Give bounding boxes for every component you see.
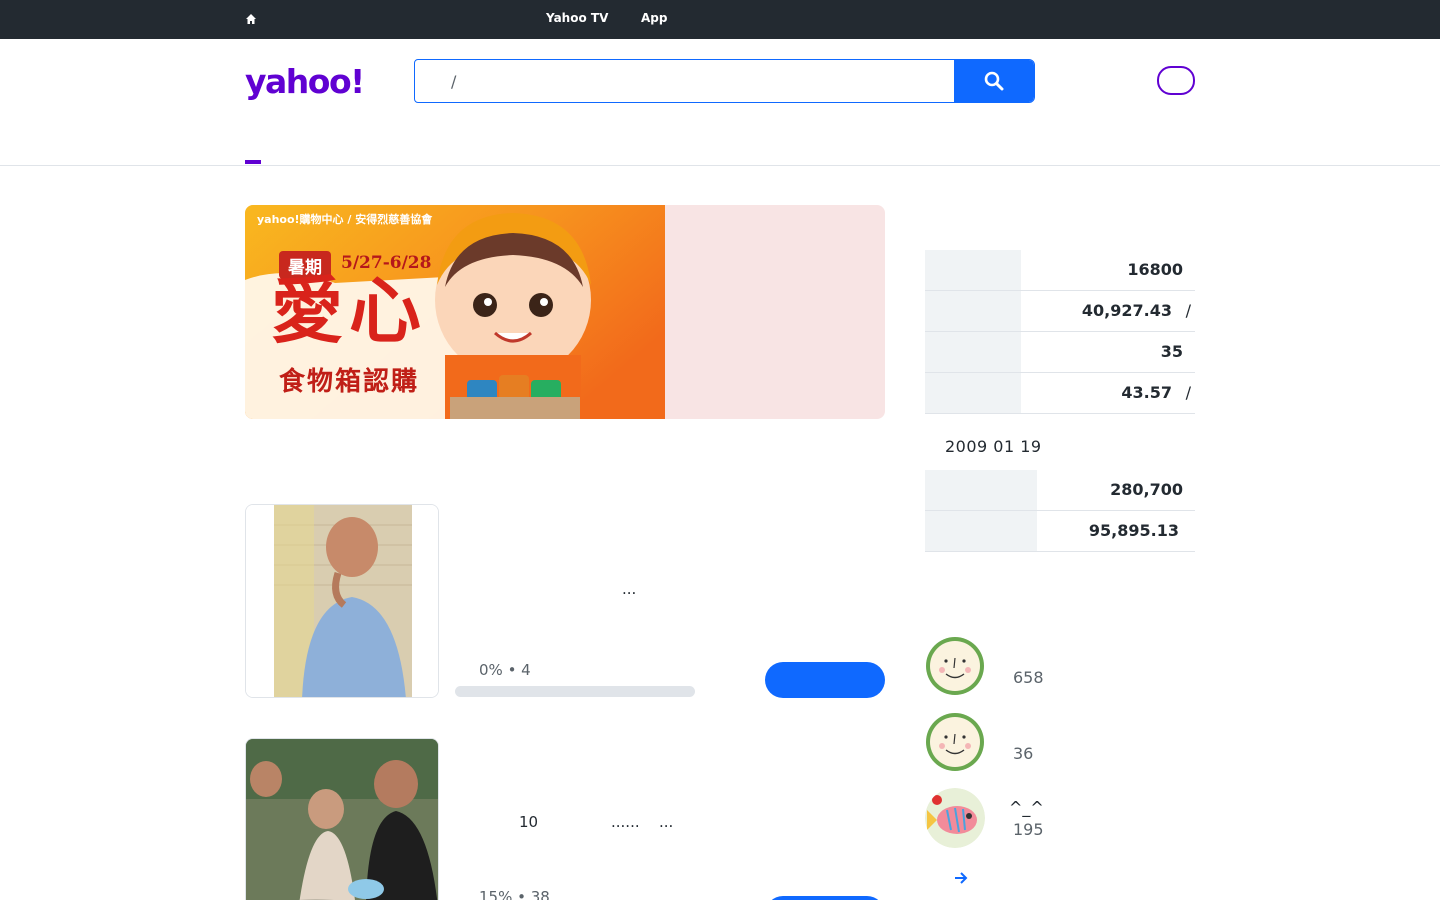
yahoo-logo[interactable]: yahoo!: [245, 60, 369, 102]
stat-row: 95,895.13: [925, 511, 1195, 552]
promo-banner[interactable]: yahoo!購物中心 / 安得烈慈善協會 暑期 5/27-6/28 愛心 食物箱…: [245, 205, 885, 419]
smiley-face-icon: [926, 637, 984, 695]
banner-brand: yahoo!購物中心 / 安得烈慈善協會: [257, 213, 433, 226]
article-meta: 15% • 38: [479, 888, 550, 900]
stat-value: 16800: [1127, 260, 1183, 279]
article-photo: [246, 739, 438, 900]
funding-progress: [455, 686, 695, 697]
header-divider: [0, 165, 1440, 166]
stat-value: 35: [1160, 342, 1183, 361]
arrow-right-icon[interactable]: [953, 870, 969, 886]
article-thumbnail[interactable]: [245, 738, 439, 900]
stat-label: [925, 250, 1021, 290]
donor-avatar[interactable]: [925, 636, 985, 696]
search-box: [414, 59, 1035, 103]
donate-button[interactable]: [765, 896, 885, 900]
donor-avatar[interactable]: [925, 788, 985, 848]
article-title[interactable]: ...: [622, 580, 636, 598]
nav-yahoo-tv[interactable]: Yahoo TV: [546, 11, 608, 25]
stat-row: 16800: [925, 250, 1195, 291]
stat-label: [925, 470, 1037, 510]
donate-button[interactable]: [765, 662, 885, 698]
nav-app[interactable]: App: [641, 11, 667, 25]
stat-label: [925, 511, 1037, 551]
stat-unit: /: [1185, 383, 1191, 402]
donor-count: 658: [1013, 668, 1044, 687]
active-tab-indicator: [245, 160, 261, 164]
donor-name: ^_^: [1009, 798, 1044, 817]
search-button[interactable]: [954, 60, 1034, 102]
donor-avatar[interactable]: [925, 712, 985, 772]
stat-label: [925, 332, 1021, 372]
search-input[interactable]: [415, 60, 955, 102]
banner-headline: 愛心: [271, 269, 428, 353]
search-icon: [984, 71, 1004, 91]
login-button[interactable]: [1157, 66, 1195, 95]
article-photo: [246, 505, 438, 697]
stat-date: 2009 01 19: [945, 437, 1042, 456]
fish-drawing-icon: [925, 788, 985, 848]
stat-unit: /: [1185, 301, 1191, 320]
stat-row: 40,927.43 /: [925, 291, 1195, 332]
home-icon[interactable]: [245, 13, 257, 25]
stat-value: 40,927.43: [1081, 301, 1172, 320]
article-meta: 0% • 4: [479, 661, 531, 679]
stat-value: 280,700: [1110, 480, 1183, 499]
stat-label: [925, 291, 1021, 331]
article-thumbnail[interactable]: [245, 504, 439, 698]
top-bar: Yahoo TV App: [0, 0, 1440, 39]
article-title-part[interactable]: 10: [519, 813, 538, 831]
stat-row: 43.57 /: [925, 373, 1195, 414]
stat-label: [925, 373, 1021, 413]
stat-value: 95,895.13: [1088, 521, 1179, 540]
stat-value: 43.57: [1121, 383, 1172, 402]
banner-subhead: 食物箱認購: [279, 367, 420, 397]
stat-row: 280,700: [925, 470, 1195, 511]
logo-text: yahoo!: [245, 62, 364, 101]
smiley-face-icon: [926, 713, 984, 771]
article-title-part[interactable]: ...: [659, 813, 673, 831]
donor-count: 195: [1013, 820, 1044, 839]
article-title-part[interactable]: ......: [611, 813, 640, 831]
stat-row: 35: [925, 332, 1195, 373]
donor-count: 36: [1013, 744, 1034, 763]
